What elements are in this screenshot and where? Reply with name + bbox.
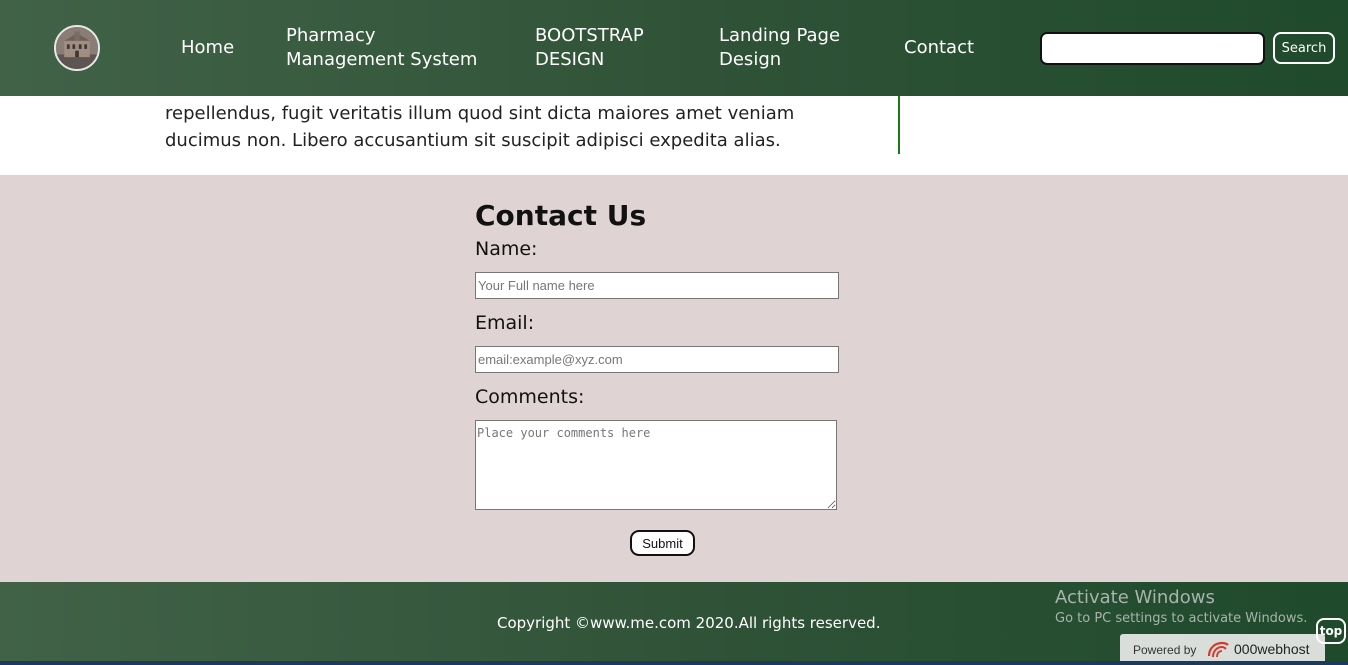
copyright-text: Copyright ©www.me.com 2020.All rights re… (497, 614, 881, 632)
nav-bootstrap-design[interactable]: BOOTSTRAP DESIGN (535, 24, 655, 72)
navbar: Home Pharmacy Management System BOOTSTRA… (0, 0, 1348, 96)
nav-home[interactable]: Home (181, 36, 234, 60)
email-field[interactable] (475, 346, 839, 373)
building-icon (56, 27, 98, 69)
search-input[interactable] (1040, 32, 1265, 65)
article-paragraph: Lorem ipsum dolor sit amet consectetur a… (165, 96, 813, 151)
logo-avatar[interactable] (54, 25, 100, 71)
taskbar-strip (0, 661, 1348, 665)
powered-by-brand: 000webhost (1234, 641, 1310, 657)
name-label: Name: (475, 238, 538, 260)
comments-field[interactable] (475, 420, 837, 510)
nav-pharmacy-management-system[interactable]: Pharmacy Management System (286, 24, 486, 72)
activate-windows-title: Activate Windows (1055, 587, 1215, 608)
nav-contact[interactable]: Contact (904, 36, 974, 60)
footer: Copyright ©www.me.com 2020.All rights re… (0, 582, 1348, 665)
name-field[interactable] (475, 272, 839, 299)
article-section: Lorem ipsum dolor sit amet consectetur a… (0, 96, 1348, 175)
sidebar-divider (898, 96, 900, 154)
powered-by-label: Powered by (1133, 643, 1197, 657)
comments-label: Comments: (475, 386, 585, 408)
webhost-logo-icon (1207, 641, 1229, 658)
contact-section: Contact Us Name: Email: Comments: Submit (0, 175, 1348, 582)
activate-windows-subtitle: Go to PC settings to activate Windows. (1055, 611, 1308, 626)
search-button[interactable]: Search (1273, 32, 1335, 64)
submit-button[interactable]: Submit (630, 530, 695, 556)
email-label: Email: (475, 312, 535, 334)
nav-landing-page-design[interactable]: Landing Page Design (719, 24, 849, 72)
contact-title: Contact Us (475, 199, 647, 232)
scroll-top-button[interactable]: top (1316, 618, 1346, 644)
